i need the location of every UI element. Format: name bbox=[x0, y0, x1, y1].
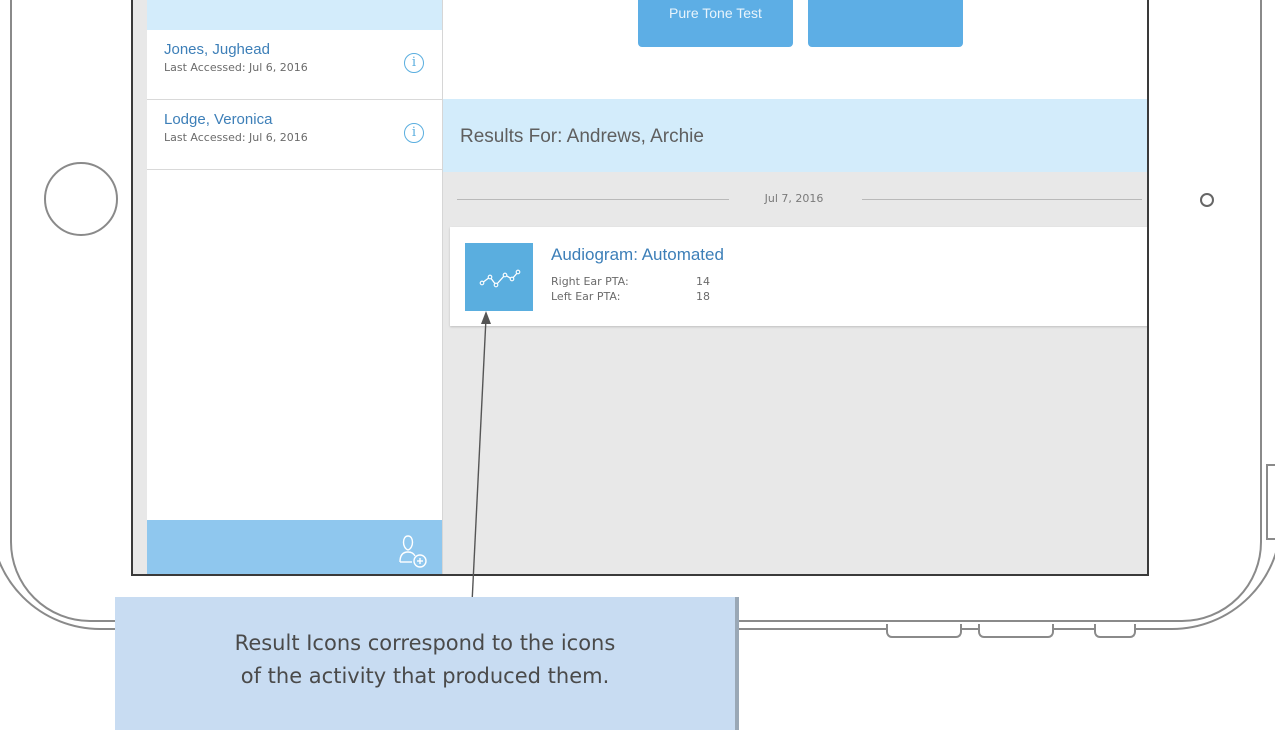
date-divider: Jul 7, 2016 bbox=[457, 190, 1147, 210]
selected-patient-row[interactable] bbox=[147, 0, 442, 30]
left-ear-label: Left Ear PTA: bbox=[551, 290, 621, 303]
side-switch bbox=[1266, 464, 1275, 540]
result-card[interactable]: Audiogram: Automated Right Ear PTA: 14 L… bbox=[450, 227, 1147, 326]
divider-line bbox=[862, 199, 1142, 200]
info-icon[interactable]: i bbox=[404, 123, 424, 143]
patient-row[interactable]: Jones, Jughead Last Accessed: Jul 6, 201… bbox=[147, 30, 442, 100]
patient-row[interactable]: Lodge, Veronica Last Accessed: Jul 6, 20… bbox=[147, 100, 442, 170]
patient-name: Lodge, Veronica bbox=[164, 111, 273, 128]
patient-last-accessed: Last Accessed: Jul 6, 2016 bbox=[164, 131, 308, 144]
patient-name: Jones, Jughead bbox=[164, 41, 270, 58]
patient-sidebar: Jones, Jughead Last Accessed: Jul 6, 201… bbox=[147, 0, 443, 574]
app-screen: Jones, Jughead Last Accessed: Jul 6, 201… bbox=[131, 0, 1149, 576]
activity-button[interactable] bbox=[808, 0, 963, 47]
divider-line bbox=[457, 199, 729, 200]
results-title: Results For: Andrews, Archie bbox=[460, 126, 704, 147]
info-icon[interactable]: i bbox=[404, 53, 424, 73]
volume-button bbox=[886, 624, 962, 638]
results-header: Results For: Andrews, Archie bbox=[443, 99, 1147, 172]
right-ear-value: 14 bbox=[696, 275, 710, 288]
result-date: Jul 7, 2016 bbox=[764, 192, 824, 205]
add-user-icon[interactable] bbox=[398, 532, 428, 568]
camera-dot bbox=[1200, 193, 1214, 207]
volume-button bbox=[978, 624, 1054, 638]
results-panel: Pure Tone Test Results For: Andrews, Arc… bbox=[443, 0, 1147, 574]
callout-line: Result Icons correspond to the icons bbox=[234, 631, 616, 655]
patient-last-accessed: Last Accessed: Jul 6, 2016 bbox=[164, 61, 308, 74]
power-button bbox=[1094, 624, 1136, 638]
annotation-callout: Result Icons correspond to the icons of … bbox=[115, 597, 739, 730]
right-ear-label: Right Ear PTA: bbox=[551, 275, 629, 288]
result-title: Audiogram: Automated bbox=[551, 245, 724, 264]
home-button[interactable] bbox=[44, 162, 118, 236]
activity-bar: Pure Tone Test bbox=[443, 0, 1147, 100]
audiogram-icon bbox=[465, 243, 533, 311]
callout-text: Result Icons correspond to the icons of … bbox=[115, 627, 735, 693]
sidebar-footer bbox=[147, 520, 442, 574]
left-ear-value: 18 bbox=[696, 290, 710, 303]
callout-line: of the activity that produced them. bbox=[240, 664, 610, 688]
pure-tone-test-button[interactable]: Pure Tone Test bbox=[638, 0, 793, 47]
